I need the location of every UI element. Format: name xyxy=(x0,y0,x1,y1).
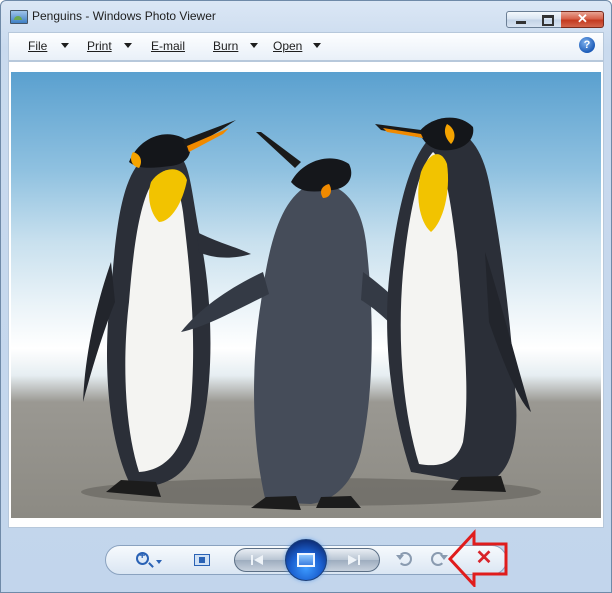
title-bar[interactable]: Penguins - Windows Photo Viewer ✕ xyxy=(1,1,611,31)
photo-display-area xyxy=(8,61,604,528)
photo-viewer-icon xyxy=(10,10,28,24)
photo-viewer-window: Penguins - Windows Photo Viewer ✕ File P… xyxy=(0,0,612,593)
menu-email-label: E-mail xyxy=(151,39,186,53)
penguins-photo xyxy=(11,72,601,518)
menu-print-label: Print xyxy=(87,39,112,53)
bottom-toolbar: ✕ xyxy=(1,528,611,592)
window-title: Penguins - Windows Photo Viewer xyxy=(32,9,216,23)
chevron-down-icon xyxy=(124,43,132,48)
menu-email[interactable]: E-mail xyxy=(151,39,185,53)
penguin-right xyxy=(375,117,531,492)
menu-bar: File Print E-mail Burn Open ? xyxy=(8,32,604,61)
rotate-clockwise-icon[interactable] xyxy=(431,552,448,566)
rotate-counterclockwise-icon[interactable] xyxy=(396,552,412,566)
menu-open-label: Open xyxy=(273,39,303,53)
help-icon[interactable]: ? xyxy=(579,37,595,53)
chevron-down-icon xyxy=(61,43,69,48)
close-button[interactable]: ✕ xyxy=(561,11,604,28)
penguins-illustration xyxy=(81,117,541,510)
menu-burn-label: Burn xyxy=(213,39,239,53)
maximize-button[interactable] xyxy=(534,11,562,28)
annotation-arrow xyxy=(447,529,508,587)
magnifier-plus-icon[interactable] xyxy=(136,550,149,565)
previous-icon[interactable] xyxy=(251,554,265,566)
menu-open[interactable]: Open xyxy=(273,39,321,53)
minimize-button[interactable] xyxy=(506,11,535,28)
actual-size-icon[interactable] xyxy=(194,554,210,566)
chevron-down-icon xyxy=(313,43,321,48)
next-icon[interactable] xyxy=(348,554,362,566)
zoom-dropdown-chevron-down-icon[interactable] xyxy=(156,560,162,564)
close-icon: ✕ xyxy=(577,11,588,26)
chevron-down-icon xyxy=(250,43,258,48)
menu-print[interactable]: Print xyxy=(87,39,132,53)
menu-burn[interactable]: Burn xyxy=(213,39,258,53)
slideshow-icon[interactable] xyxy=(285,539,327,581)
menu-file-label: File xyxy=(28,39,48,53)
menu-file[interactable]: File xyxy=(28,39,69,53)
